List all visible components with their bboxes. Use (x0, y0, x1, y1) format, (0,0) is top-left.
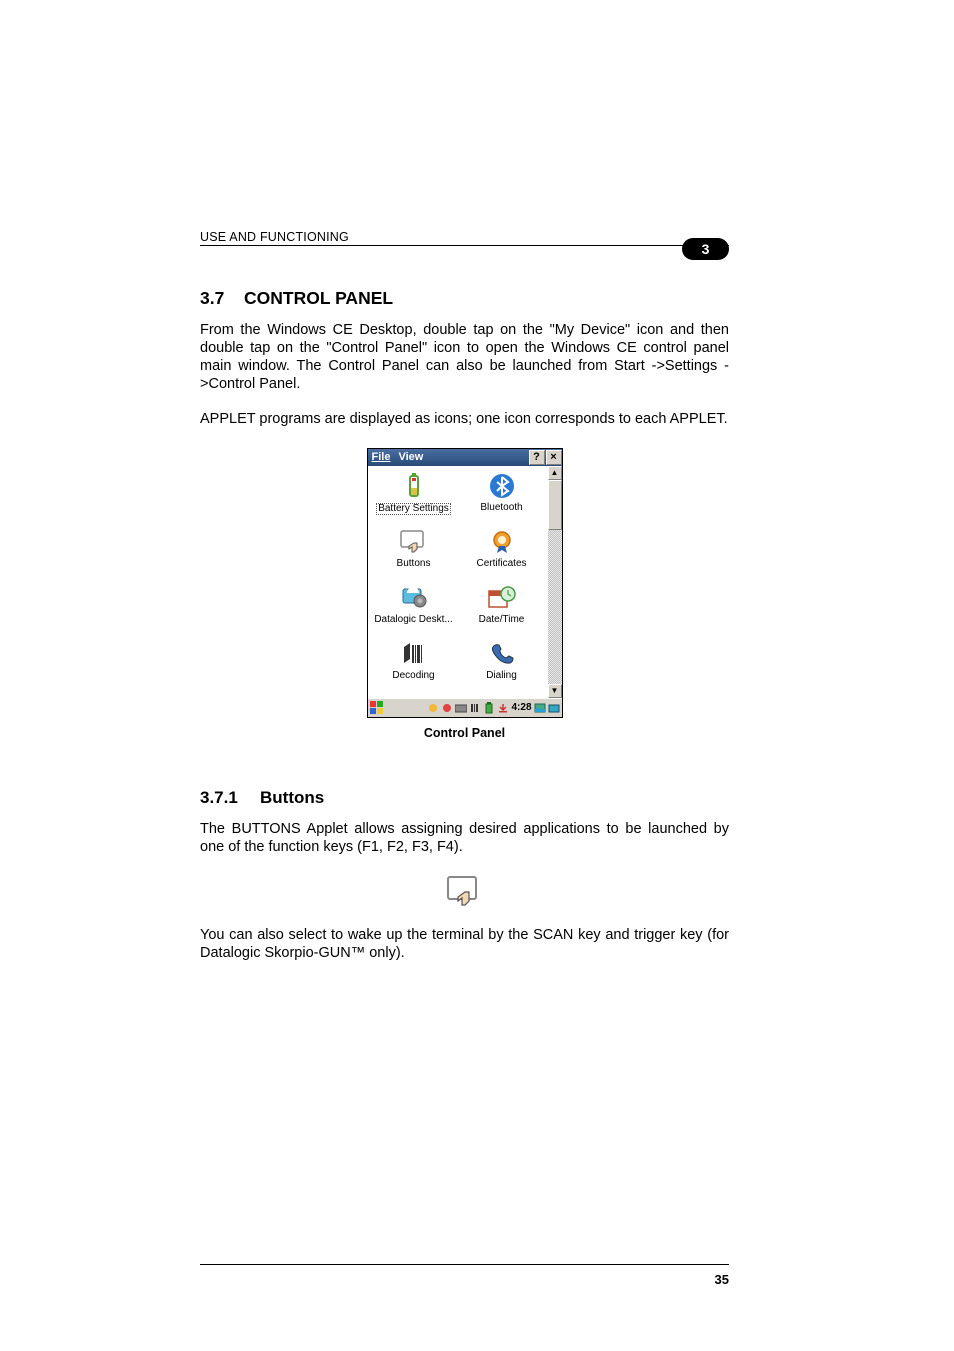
paragraph: From the Windows CE Desktop, double tap … (200, 321, 729, 394)
window-titlebar: File View ? × (368, 449, 562, 466)
tray-bluetooth-icon[interactable] (427, 702, 439, 714)
section-title: CONTROL PANEL (244, 288, 393, 308)
help-button[interactable]: ? (529, 450, 545, 465)
applet-battery-settings[interactable]: Battery Settings (370, 470, 458, 526)
dialing-icon (486, 638, 518, 670)
applet-datalogic-desktop[interactable]: Datalogic Deskt... (370, 582, 458, 638)
decoding-icon (398, 638, 430, 670)
menu-file[interactable]: File (368, 451, 395, 463)
bluetooth-icon (486, 470, 518, 502)
tray-desktop-icon[interactable] (534, 702, 546, 714)
desktop-icon (398, 582, 430, 614)
header-rule (200, 245, 729, 246)
figure: File View ? × Battery Settings (200, 448, 729, 740)
paragraph: You can also select to wake up the termi… (200, 926, 729, 962)
applet-buttons[interactable]: Buttons (370, 526, 458, 582)
subsection-title: Buttons (260, 788, 324, 807)
scroll-thumb[interactable] (548, 480, 562, 530)
buttons-icon (398, 526, 430, 558)
paragraph: The BUTTONS Applet allows assigning desi… (200, 820, 729, 856)
control-panel-window: File View ? × Battery Settings (367, 448, 563, 718)
taskbar-clock[interactable]: 4:28 (511, 702, 531, 713)
applet-label: Certificates (476, 559, 526, 570)
section-heading: 3.7CONTROL PANEL (200, 288, 729, 309)
page-number: 35 (715, 1272, 729, 1287)
applet-dialing[interactable]: Dialing (458, 638, 546, 694)
applet-date-time[interactable]: Date/Time (458, 582, 546, 638)
applet-label: Decoding (392, 671, 434, 682)
subsection-number: 3.7.1 (200, 788, 260, 808)
running-header: USE AND FUNCTIONING (200, 230, 349, 244)
applet-grid: Battery Settings Bluetooth Buttons (368, 466, 548, 698)
start-button[interactable] (370, 701, 384, 715)
tray-sip-icon[interactable] (548, 702, 560, 714)
scroll-track[interactable] (548, 530, 562, 684)
taskbar: 4:28 (368, 698, 562, 717)
applet-certificates[interactable]: Certificates (458, 526, 546, 582)
tray-download-icon[interactable] (497, 702, 509, 714)
close-button[interactable]: × (546, 450, 562, 465)
applet-decoding[interactable]: Decoding (370, 638, 458, 694)
applet-label: Date/Time (479, 615, 525, 626)
battery-icon (398, 470, 430, 502)
certificates-icon (486, 526, 518, 558)
section-number: 3.7 (200, 288, 244, 309)
applet-label: Buttons (397, 559, 431, 570)
applet-label: Datalogic Deskt... (374, 615, 452, 626)
figure-caption: Control Panel (424, 726, 505, 740)
scroll-up-button[interactable]: ▲ (548, 466, 562, 480)
paragraph: APPLET programs are displayed as icons; … (200, 410, 729, 428)
applet-label: Battery Settings (376, 503, 451, 516)
system-tray: 4:28 (427, 702, 559, 714)
scrollbar[interactable]: ▲ ▼ (548, 466, 562, 698)
footer-rule (200, 1264, 729, 1265)
tray-barcode-icon[interactable] (469, 702, 481, 714)
tray-network-icon[interactable] (441, 702, 453, 714)
buttons-applet-icon (445, 874, 485, 910)
tray-battery-icon[interactable] (483, 702, 495, 714)
subsection-heading: 3.7.1Buttons (200, 788, 729, 808)
applet-label: Dialing (486, 671, 517, 682)
menu-view[interactable]: View (394, 451, 427, 463)
datetime-icon (486, 582, 518, 614)
scroll-down-button[interactable]: ▼ (548, 684, 562, 698)
applet-label: Bluetooth (480, 503, 522, 514)
tray-keyboard-icon[interactable] (455, 702, 467, 714)
chapter-badge: 3 (682, 238, 729, 260)
applet-bluetooth[interactable]: Bluetooth (458, 470, 546, 526)
